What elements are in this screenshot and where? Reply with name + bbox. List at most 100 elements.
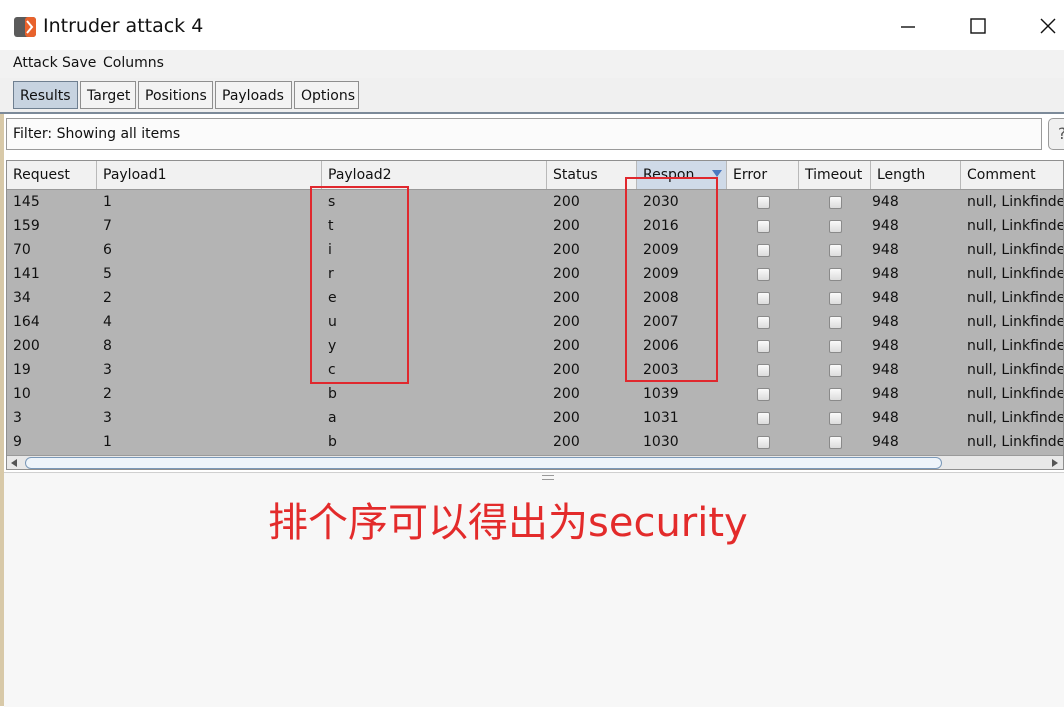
column-header-status[interactable]: Status (547, 161, 637, 189)
table-row[interactable]: 141 5 r 200 2009 948 null, Linkfinder (7, 262, 1064, 286)
cell-request: 10 (13, 386, 31, 402)
cell-length: 948 (872, 266, 899, 282)
cell-payload1: 7 (103, 218, 112, 234)
table-row[interactable]: 159 7 t 200 2016 948 null, Linkfinder (7, 214, 1063, 238)
cell-request: 70 (13, 242, 31, 258)
tab-results[interactable]: Results (13, 81, 78, 109)
cell-status: 200 (553, 218, 580, 234)
cell-comment: null, Linkfinder (967, 194, 1064, 210)
cell-payload1: 1 (103, 434, 112, 450)
menu-attack[interactable]: Attack (13, 55, 58, 71)
tab-options[interactable]: Options (294, 81, 359, 109)
error-checkbox[interactable] (757, 268, 770, 281)
pane-splitter[interactable] (542, 475, 554, 480)
menu-columns[interactable]: Columns (103, 55, 164, 71)
column-header-payload1[interactable]: Payload1 (97, 161, 322, 189)
timeout-checkbox[interactable] (829, 244, 842, 257)
error-checkbox[interactable] (757, 196, 770, 209)
error-checkbox[interactable] (757, 220, 770, 233)
timeout-checkbox[interactable] (829, 388, 842, 401)
cell-comment: null, Linkfinder (967, 434, 1064, 450)
cell-status: 200 (553, 362, 580, 378)
column-header-payload2[interactable]: Payload2 (322, 161, 547, 189)
cell-payload1: 6 (103, 242, 112, 258)
timeout-checkbox[interactable] (829, 364, 842, 377)
cell-status: 200 (553, 290, 580, 306)
table-row[interactable]: 34 2 e 200 2008 948 null, Linkfinder (7, 286, 1063, 310)
cell-length: 948 (872, 242, 899, 258)
cell-payload1: 2 (103, 290, 112, 306)
close-icon[interactable] (1025, 8, 1064, 44)
cell-response: 1031 (643, 410, 679, 426)
table-row[interactable]: 145 1 s 200 2030 948 null, Linkfinder (7, 190, 1064, 214)
cell-request: 3 (13, 410, 22, 426)
timeout-checkbox[interactable] (829, 220, 842, 233)
menubar: Attack Save Columns (0, 50, 1064, 78)
scroll-left-icon[interactable] (11, 459, 17, 467)
minimize-icon[interactable] (885, 8, 931, 44)
timeout-checkbox[interactable] (829, 436, 842, 449)
scrollbar-thumb[interactable] (25, 457, 942, 469)
column-header-length[interactable]: Length (871, 161, 961, 189)
timeout-checkbox[interactable] (829, 268, 842, 281)
cell-status: 200 (553, 242, 580, 258)
help-icon: ? (1058, 124, 1064, 143)
cell-length: 948 (872, 218, 899, 234)
cell-request: 145 (13, 194, 40, 210)
maximize-icon[interactable] (955, 8, 1001, 44)
column-header-comment[interactable]: Comment (961, 161, 1063, 189)
cell-payload1: 8 (103, 338, 112, 354)
table-row[interactable]: 70 6 i 200 2009 948 null, Linkfinder (7, 238, 1064, 262)
tab-target[interactable]: Target (80, 81, 136, 109)
timeout-checkbox[interactable] (829, 412, 842, 425)
error-checkbox[interactable] (757, 316, 770, 329)
cell-comment: null, Linkfinder (967, 242, 1064, 258)
cell-payload1: 2 (103, 386, 112, 402)
cell-payload2: b (328, 434, 337, 450)
cell-status: 200 (553, 314, 580, 330)
cell-status: 200 (553, 266, 580, 282)
cell-length: 948 (872, 194, 899, 210)
tab-positions[interactable]: Positions (138, 81, 213, 109)
cell-comment: null, Linkfinder (967, 314, 1064, 330)
cell-comment: null, Linkfinder (967, 266, 1064, 282)
error-checkbox[interactable] (757, 244, 770, 257)
cell-request: 200 (13, 338, 40, 354)
scroll-right-icon[interactable] (1052, 459, 1058, 467)
payload2-highlight-box (310, 186, 409, 384)
timeout-checkbox[interactable] (829, 196, 842, 209)
cell-request: 34 (13, 290, 31, 306)
error-checkbox[interactable] (757, 436, 770, 449)
column-header-timeout[interactable]: Timeout (799, 161, 871, 189)
cell-length: 948 (872, 362, 899, 378)
cell-comment: null, Linkfinder (967, 386, 1064, 402)
cell-length: 948 (872, 410, 899, 426)
timeout-checkbox[interactable] (829, 316, 842, 329)
help-button[interactable]: ? (1048, 118, 1064, 150)
column-header-error[interactable]: Error (727, 161, 799, 189)
menu-save[interactable]: Save (62, 55, 96, 71)
column-header-request[interactable]: Request (7, 161, 97, 189)
timeout-checkbox[interactable] (829, 292, 842, 305)
error-checkbox[interactable] (757, 412, 770, 425)
error-checkbox[interactable] (757, 340, 770, 353)
error-checkbox[interactable] (757, 364, 770, 377)
error-checkbox[interactable] (757, 388, 770, 401)
table-row[interactable]: 164 4 u 200 2007 948 null, Linkfinder (7, 310, 1064, 334)
table-row[interactable]: 19 3 c 200 2003 948 null, Linkfinder (7, 358, 1063, 382)
cell-response: 1039 (643, 386, 679, 402)
cell-payload2: a (328, 410, 337, 426)
cell-request: 141 (13, 266, 40, 282)
horizontal-scrollbar[interactable] (7, 455, 1063, 469)
table-row[interactable]: 10 2 b 200 1039 948 null, Linkfinder (7, 382, 1064, 406)
error-checkbox[interactable] (757, 292, 770, 305)
filter-bar[interactable]: Filter: Showing all items (6, 118, 1042, 150)
tab-payloads[interactable]: Payloads (215, 81, 292, 109)
table-row[interactable]: 200 8 y 200 2006 948 null, Linkfinder (7, 334, 1063, 358)
timeout-checkbox[interactable] (829, 340, 842, 353)
burp-app-icon (14, 17, 36, 37)
cell-status: 200 (553, 194, 580, 210)
table-row[interactable]: 9 1 b 200 1030 948 null, Linkfinder (7, 430, 1064, 454)
table-row[interactable]: 3 3 a 200 1031 948 null, Linkfinder (7, 406, 1063, 430)
cell-payload1: 3 (103, 410, 112, 426)
